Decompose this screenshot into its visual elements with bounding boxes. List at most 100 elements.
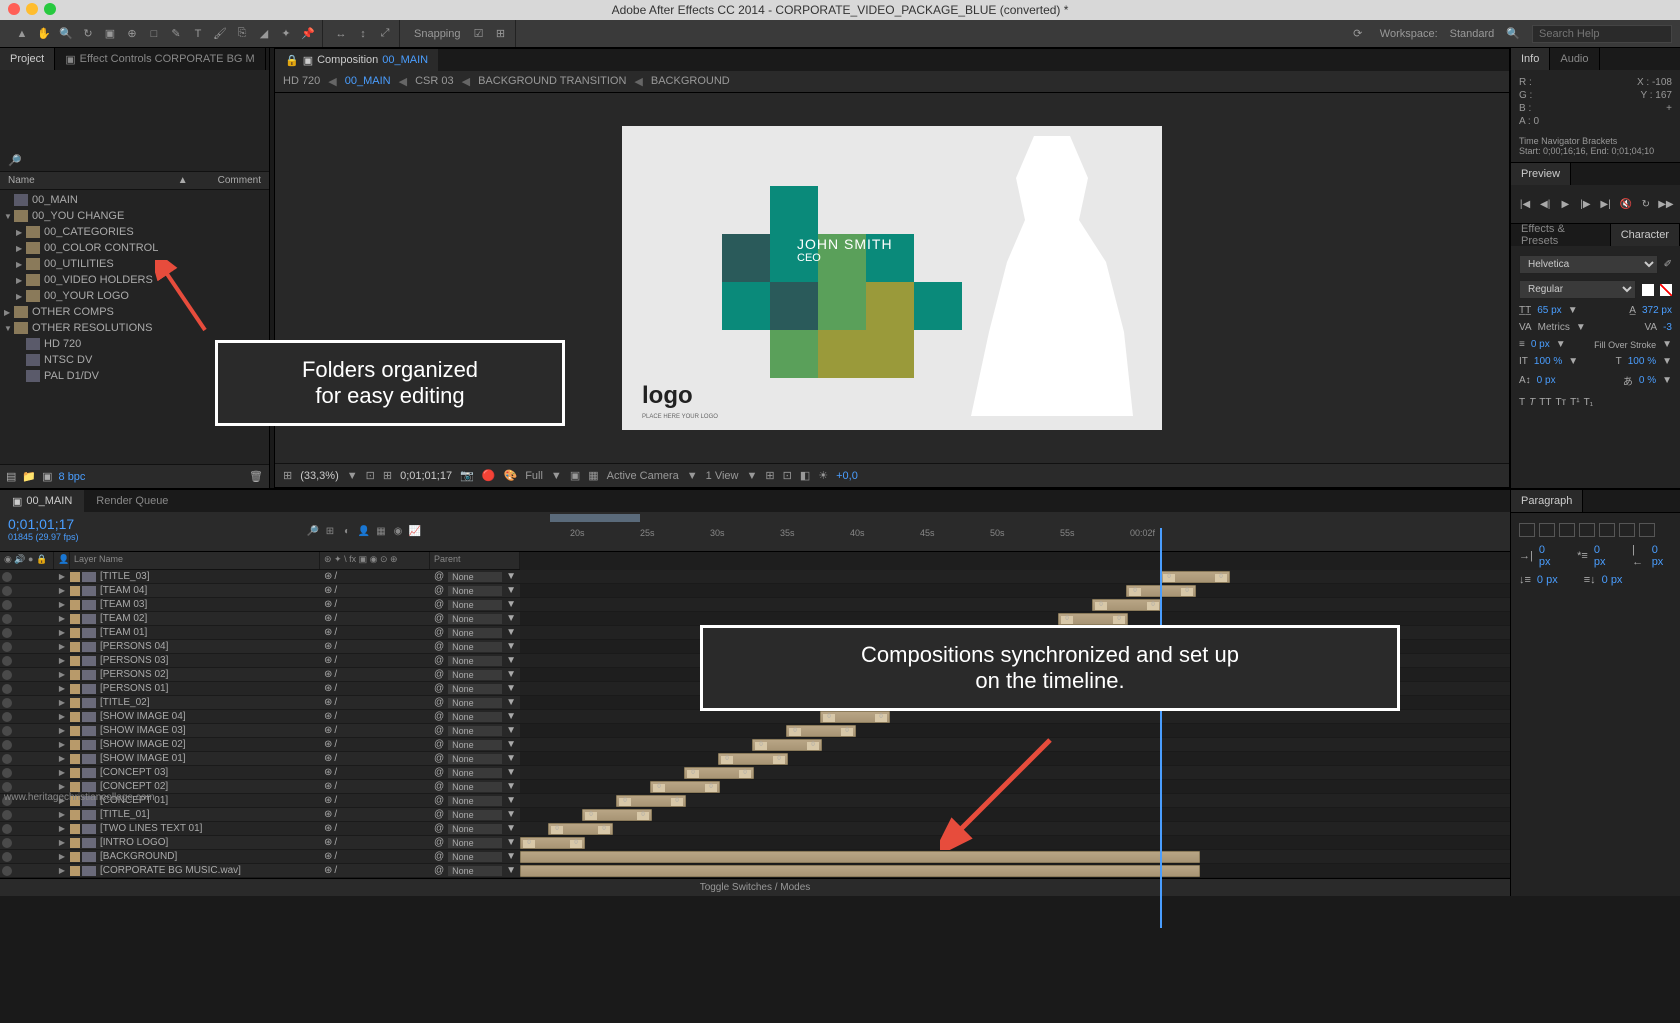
layer-color-icon[interactable] — [70, 740, 80, 750]
layer-expand-icon[interactable]: ▶ — [54, 866, 70, 875]
type-tool-icon[interactable]: T — [188, 24, 208, 44]
layer-name[interactable]: [TEAM 02] — [98, 613, 320, 624]
trash-icon[interactable]: 🗑 — [249, 470, 263, 483]
switch-shy-icon[interactable]: ⊛ — [324, 823, 332, 834]
grid-icon[interactable]: ⊞ — [383, 469, 392, 482]
switch-collapse-icon[interactable]: / — [334, 809, 337, 820]
switch-shy-icon[interactable]: ⊛ — [324, 809, 332, 820]
tree-toggle-icon[interactable]: ▶ — [16, 276, 26, 285]
switch-collapse-icon[interactable]: / — [334, 585, 337, 596]
indent-left-value[interactable]: 0 px — [1539, 544, 1559, 568]
visibility-icon[interactable] — [2, 642, 12, 652]
layer-color-icon[interactable] — [70, 586, 80, 596]
visibility-icon[interactable] — [2, 726, 12, 736]
pen-tool-icon[interactable]: ✎ — [166, 24, 186, 44]
bpc-indicator[interactable]: 8 bpc — [59, 471, 86, 483]
parent-dropdown[interactable]: None — [448, 754, 502, 764]
layer-name[interactable]: [INTRO LOGO] — [98, 837, 320, 848]
mac-close[interactable] — [8, 3, 20, 15]
workspace-value[interactable]: Standard — [1450, 28, 1495, 40]
switch-collapse-icon[interactable]: / — [334, 739, 337, 750]
layer-color-icon[interactable] — [70, 684, 80, 694]
layer-name[interactable]: [SHOW IMAGE 01] — [98, 753, 320, 764]
vscale-value[interactable]: 100 % — [1534, 356, 1562, 367]
parent-dropdown[interactable]: None — [448, 866, 502, 876]
parent-dropdown[interactable]: None — [448, 712, 502, 722]
prev-frame-icon[interactable]: ◀| — [1537, 195, 1553, 213]
exposure-value[interactable]: +0,0 — [836, 470, 858, 482]
italic-icon[interactable]: T — [1529, 397, 1535, 408]
parent-dropdown[interactable]: None — [448, 726, 502, 736]
visibility-icon[interactable] — [2, 852, 12, 862]
switch-shy-icon[interactable]: ⊛ — [324, 865, 332, 876]
parent-dropdown[interactable]: None — [448, 852, 502, 862]
visibility-icon[interactable] — [2, 572, 12, 582]
switch-shy-icon[interactable]: ⊛ — [324, 711, 332, 722]
draft3d-icon[interactable]: ◐ — [340, 525, 354, 539]
parent-dropdown[interactable]: None — [448, 796, 502, 806]
bold-icon[interactable]: T — [1519, 397, 1525, 408]
switch-shy-icon[interactable]: ⊛ — [324, 753, 332, 764]
parent-dropdown[interactable]: None — [448, 838, 502, 848]
layer-name[interactable]: [TEAM 03] — [98, 599, 320, 610]
kerning-value[interactable]: Metrics — [1538, 322, 1570, 333]
viewer-timecode[interactable]: 0;01;01;17 — [400, 470, 452, 482]
layer-color-icon[interactable] — [70, 614, 80, 624]
timeline-clip[interactable]: 00 — [820, 711, 890, 723]
pickwhip-icon[interactable]: @ — [434, 781, 444, 792]
layer-expand-icon[interactable]: ▶ — [54, 726, 70, 735]
layer-row[interactable]: ▶ [TEAM 04] ⊛ / @None▼ — [0, 584, 520, 598]
switch-collapse-icon[interactable]: / — [334, 683, 337, 694]
visibility-icon[interactable] — [2, 768, 12, 778]
switch-shy-icon[interactable]: ⊛ — [324, 571, 332, 582]
switch-shy-icon[interactable]: ⊛ — [324, 795, 332, 806]
switch-shy-icon[interactable]: ⊛ — [324, 697, 332, 708]
parent-dropdown[interactable]: None — [448, 670, 502, 680]
pickwhip-icon[interactable]: @ — [434, 725, 444, 736]
switch-collapse-icon[interactable]: / — [334, 781, 337, 792]
switch-collapse-icon[interactable]: / — [334, 711, 337, 722]
tree-toggle-icon[interactable]: ▶ — [16, 292, 26, 301]
switch-collapse-icon[interactable]: / — [334, 865, 337, 876]
layer-expand-icon[interactable]: ▶ — [54, 740, 70, 749]
parent-dropdown[interactable]: None — [448, 768, 502, 778]
tree-item[interactable]: ▶00_YOUR LOGO — [0, 288, 269, 304]
align-right-icon[interactable] — [1559, 523, 1575, 537]
layer-row[interactable]: ▶ [TEAM 02] ⊛ / @None▼ — [0, 612, 520, 626]
layer-name[interactable]: [TEAM 04] — [98, 585, 320, 596]
next-frame-icon[interactable]: |▶ — [1577, 195, 1593, 213]
layer-row[interactable]: ▶ [INTRO LOGO] ⊛ / @None▼ — [0, 836, 520, 850]
font-family-dropdown[interactable]: Helvetica — [1519, 255, 1658, 274]
magnify-icon[interactable]: ⊞ — [283, 469, 292, 482]
pickwhip-icon[interactable]: @ — [434, 865, 444, 876]
layer-expand-icon[interactable]: ▶ — [54, 754, 70, 763]
track-row[interactable]: 00 — [520, 710, 1510, 724]
pickwhip-icon[interactable]: @ — [434, 739, 444, 750]
preview-tab[interactable]: Preview — [1511, 163, 1571, 185]
layer-color-icon[interactable] — [70, 628, 80, 638]
visibility-icon[interactable] — [2, 698, 12, 708]
visibility-icon[interactable] — [2, 600, 12, 610]
audio-tab[interactable]: Audio — [1550, 48, 1599, 70]
layer-expand-icon[interactable]: ▶ — [54, 614, 70, 623]
view-opt3-icon[interactable]: ◧ — [800, 469, 810, 482]
views-dropdown[interactable]: 1 View — [706, 470, 739, 482]
layer-name[interactable]: [TITLE_03] — [98, 571, 320, 582]
effects-presets-tab[interactable]: Effects & Presets — [1511, 224, 1611, 246]
layer-expand-icon[interactable]: ▶ — [54, 572, 70, 581]
space-after-value[interactable]: 0 px — [1602, 574, 1623, 586]
search-icon[interactable]: 🔎 — [8, 154, 22, 167]
layer-name[interactable]: [CORPORATE BG MUSIC.wav] — [98, 865, 320, 876]
layer-row[interactable]: ▶ [TEAM 01] ⊛ / @None▼ — [0, 626, 520, 640]
indent-first-value[interactable]: 0 px — [1594, 544, 1614, 568]
ram-preview-icon[interactable]: ▶▶ — [1658, 195, 1674, 213]
motion-blur-icon[interactable]: ◉ — [391, 525, 405, 539]
layer-color-icon[interactable] — [70, 712, 80, 722]
tree-toggle-icon[interactable]: ▶ — [16, 228, 26, 237]
pickwhip-icon[interactable]: @ — [434, 585, 444, 596]
layer-expand-icon[interactable]: ▶ — [54, 768, 70, 777]
layer-color-icon[interactable] — [70, 698, 80, 708]
switch-collapse-icon[interactable]: / — [334, 795, 337, 806]
composition-tab[interactable]: 🔒 ▣ Composition 00_MAIN — [275, 49, 438, 71]
layer-expand-icon[interactable]: ▶ — [54, 852, 70, 861]
